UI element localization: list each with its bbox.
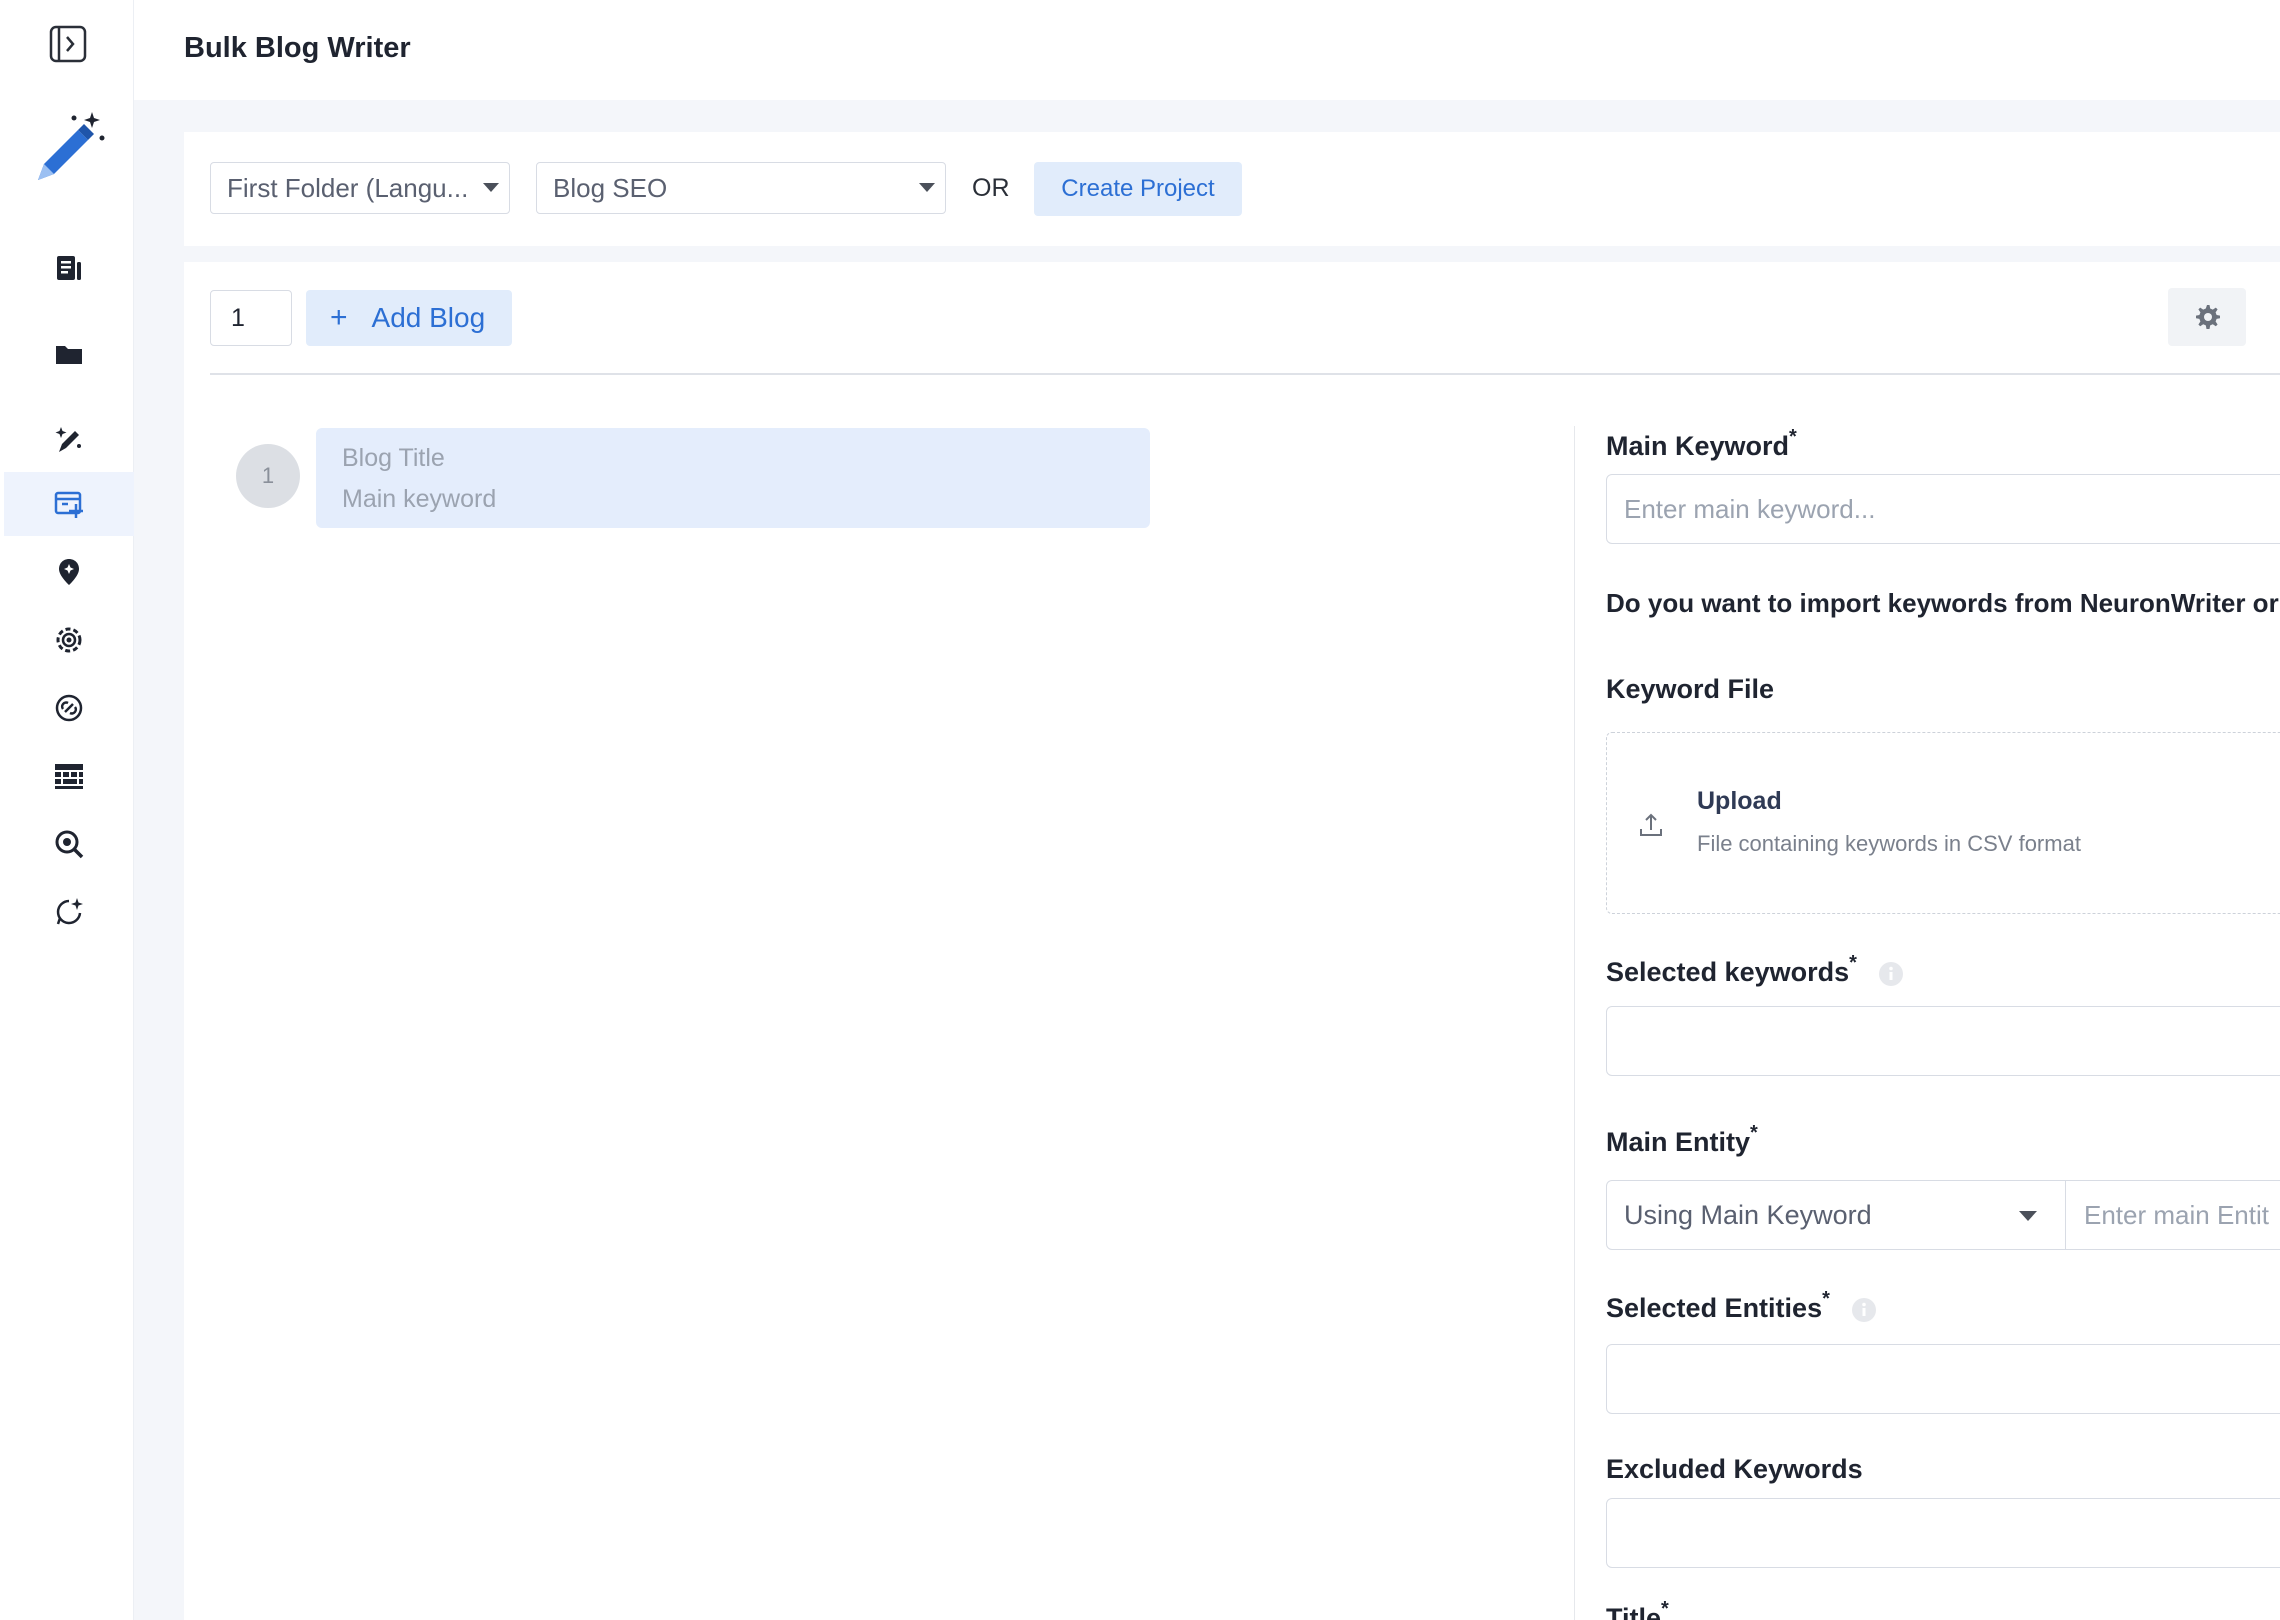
folder-select[interactable]: First Folder (Langu... <box>210 162 510 214</box>
upload-subtitle: File containing keywords in CSV format <box>1697 831 2081 856</box>
blog-count-input[interactable] <box>210 290 292 346</box>
title-label-text: Title <box>1606 1603 1662 1620</box>
sidebar-item-links[interactable] <box>4 676 134 740</box>
sidebar-item-folders[interactable] <box>4 322 134 386</box>
search-icon <box>55 830 84 859</box>
folder-icon <box>56 346 82 364</box>
blog-number-badge: 1 <box>236 444 300 508</box>
import-keywords-question: Do you want to import keywords from Neur… <box>1606 588 2279 618</box>
main-entity-select-value: Using Main Keyword <box>1624 1199 1872 1230</box>
project-select-value: Blog SEO <box>553 172 668 203</box>
location-pin-icon <box>59 559 79 585</box>
sidebar-item-research[interactable] <box>4 812 134 876</box>
chevron-down-icon <box>483 183 499 192</box>
create-project-button[interactable]: Create Project <box>1034 162 1242 216</box>
info-icon[interactable] <box>1878 961 1904 987</box>
magic-pen-icon <box>55 427 81 452</box>
sidebar-item-settings[interactable] <box>4 608 134 672</box>
main-entity-label-text: Main Entity <box>1606 1127 1751 1157</box>
add-blog-button[interactable]: + Add Blog <box>306 290 512 346</box>
main-keyword-label: Main Keyword* <box>1606 426 1797 462</box>
blog-list-item: 1 Blog Title Main keyword <box>236 428 1150 528</box>
main-entity-label: Main Entity* <box>1606 1122 1758 1158</box>
excluded-keywords-label: Excluded Keywords <box>1606 1454 1863 1484</box>
sidebar-toggle-button[interactable] <box>48 24 88 64</box>
app-logo <box>30 108 110 188</box>
project-select[interactable]: Blog SEO <box>536 162 946 214</box>
sidebar-item-documents[interactable] <box>4 236 134 300</box>
required-marker: * <box>1822 1288 1830 1310</box>
selected-entities-input[interactable] <box>1606 1344 2280 1414</box>
page-title: Bulk Blog Writer <box>184 32 411 64</box>
selected-keywords-label: Selected keywords* <box>1606 952 1904 988</box>
document-icon <box>57 256 81 280</box>
or-label: OR <box>972 174 1010 202</box>
chevron-down-icon <box>2019 1211 2037 1221</box>
blog-title-placeholder: Blog Title <box>342 444 445 472</box>
sidebar-item-local[interactable] <box>4 540 134 604</box>
main-keyword-placeholder: Enter main keyword... <box>1624 493 1876 524</box>
required-marker: * <box>1789 426 1797 448</box>
sidebar-item-ai-writer[interactable] <box>4 408 134 472</box>
title-label: Title* <box>1606 1598 1669 1620</box>
chevron-down-icon <box>919 183 935 192</box>
sidebar <box>0 0 134 1620</box>
plus-icon: + <box>330 301 348 334</box>
calendar-add-icon <box>54 491 83 518</box>
required-marker: * <box>1750 1122 1758 1144</box>
keyword-file-label: Keyword File <box>1606 674 1775 704</box>
required-marker: * <box>1661 1598 1669 1620</box>
info-icon[interactable] <box>1851 1297 1877 1323</box>
add-blog-label: Add Blog <box>371 302 486 333</box>
selected-keywords-label-text: Selected keywords <box>1606 957 1850 987</box>
sidebar-expand-icon <box>49 25 87 63</box>
blog-card[interactable]: Blog Title Main keyword <box>316 428 1150 528</box>
main-entity-placeholder: Enter main Entit <box>2084 1199 2269 1230</box>
keyboard-icon <box>55 764 83 789</box>
form-viewport: Main Keyword* Enter main keyword... Do y… <box>1606 0 2280 1620</box>
gear-cog-icon <box>56 627 82 653</box>
sidebar-item-bulk-writer[interactable] <box>4 472 134 536</box>
selected-entities-label: Selected Entities* <box>1606 1288 1877 1324</box>
upload-icon <box>1640 813 1662 836</box>
required-marker: * <box>1849 952 1857 974</box>
main-entity-input[interactable]: Enter main Entit <box>2066 1180 2280 1250</box>
excluded-keywords-input[interactable] <box>1606 1498 2280 1568</box>
blog-keyword-placeholder: Main keyword <box>342 485 497 513</box>
magic-pencil-logo-icon <box>38 112 105 180</box>
upload-title: Upload <box>1697 787 1782 815</box>
selected-entities-label-text: Selected Entities <box>1606 1293 1823 1323</box>
selected-keywords-input[interactable] <box>1606 1006 2280 1076</box>
main-keyword-input[interactable]: Enter main keyword... <box>1606 474 2280 544</box>
main-keyword-label-text: Main Keyword <box>1606 431 1790 461</box>
link-icon <box>55 694 83 722</box>
sidebar-item-chat[interactable] <box>4 880 134 944</box>
sidebar-item-templates[interactable] <box>4 744 134 808</box>
folder-select-value: First Folder (Langu... <box>227 172 469 203</box>
main-entity-select[interactable]: Using Main Keyword <box>1606 1180 2066 1250</box>
panel-divider <box>1574 426 1575 1620</box>
chat-spark-icon <box>56 898 83 925</box>
keyword-file-upload[interactable]: Upload File containing keywords in CSV f… <box>1606 732 2280 914</box>
